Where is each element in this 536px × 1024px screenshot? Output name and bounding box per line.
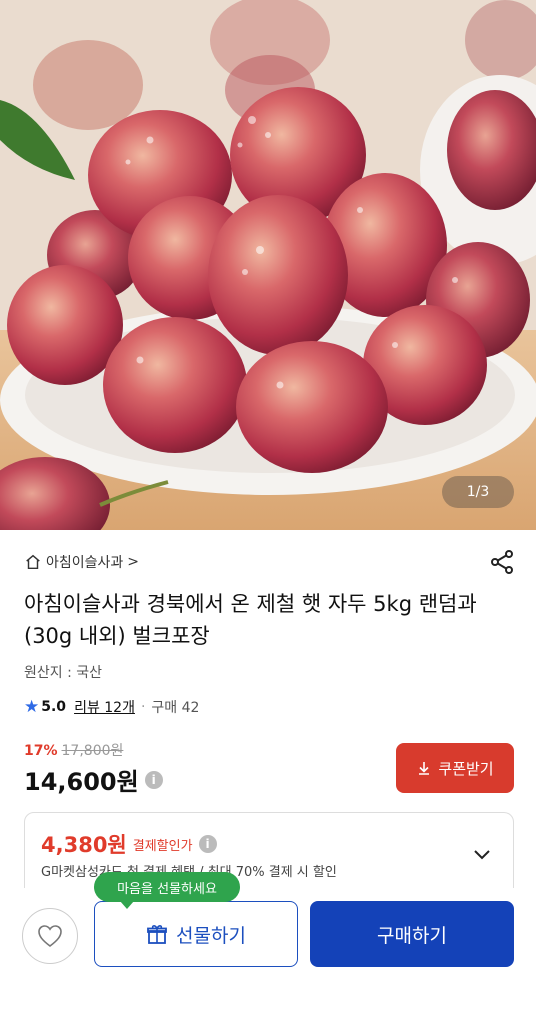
price-row: 14,600원 i: [24, 762, 163, 797]
rating-score: 5.0: [41, 699, 67, 715]
image-counter: 1/3: [442, 476, 514, 508]
share-icon[interactable]: [488, 548, 516, 576]
wishlist-button[interactable]: [22, 908, 78, 964]
original-price: 17,800원: [61, 743, 124, 759]
current-price: 14,600원: [24, 768, 139, 796]
product-image[interactable]: 1/3: [0, 0, 536, 530]
download-icon: [419, 762, 430, 775]
bottom-action-bar: 선물하기 구매하기: [0, 888, 536, 1024]
buy-button[interactable]: 구매하기: [310, 901, 514, 967]
coupon-button[interactable]: 쿠폰받기: [396, 743, 514, 793]
star-icon: ★: [24, 697, 40, 717]
buy-label: 구매하기: [377, 925, 447, 947]
product-title: 아침이슬사과 경북에서 온 제철 햇 자두 5kg 랜덤과(30g 내외) 벌크…: [24, 592, 477, 648]
home-icon: [26, 554, 40, 570]
discount-row: 17% 17,800원: [24, 740, 123, 760]
separator: ·: [140, 699, 146, 715]
plums-photo: [0, 0, 536, 530]
coupon-label: 쿠폰받기: [438, 760, 494, 778]
product-origin: 원산지 : 국산: [24, 665, 103, 681]
gift-icon: [147, 925, 167, 944]
heart-icon: [38, 925, 62, 948]
chevron-right-icon: >: [127, 554, 140, 570]
info-icon[interactable]: i: [144, 770, 163, 789]
card-price-label: 결제할인가: [132, 838, 193, 854]
info-icon[interactable]: i: [198, 835, 217, 853]
gift-button[interactable]: 선물하기: [94, 901, 298, 967]
card-price-row: 4,380원 결제할인가 i: [41, 829, 217, 859]
store-link[interactable]: 아침이슬사과 >: [24, 552, 139, 572]
gift-label: 선물하기: [176, 925, 246, 947]
rating-row: ★ 5.0 리뷰 12개 · 구매 42: [24, 697, 199, 717]
purchase-count: 구매 42: [151, 700, 200, 716]
store-name: 아침이슬사과: [46, 555, 124, 571]
review-link[interactable]: 리뷰 12개: [74, 697, 135, 717]
gift-tooltip: 마음을 선물하세요: [94, 872, 240, 909]
card-price: 4,380원: [41, 833, 127, 857]
discount-rate: 17%: [24, 743, 58, 759]
chevron-down-icon[interactable]: [471, 843, 493, 865]
